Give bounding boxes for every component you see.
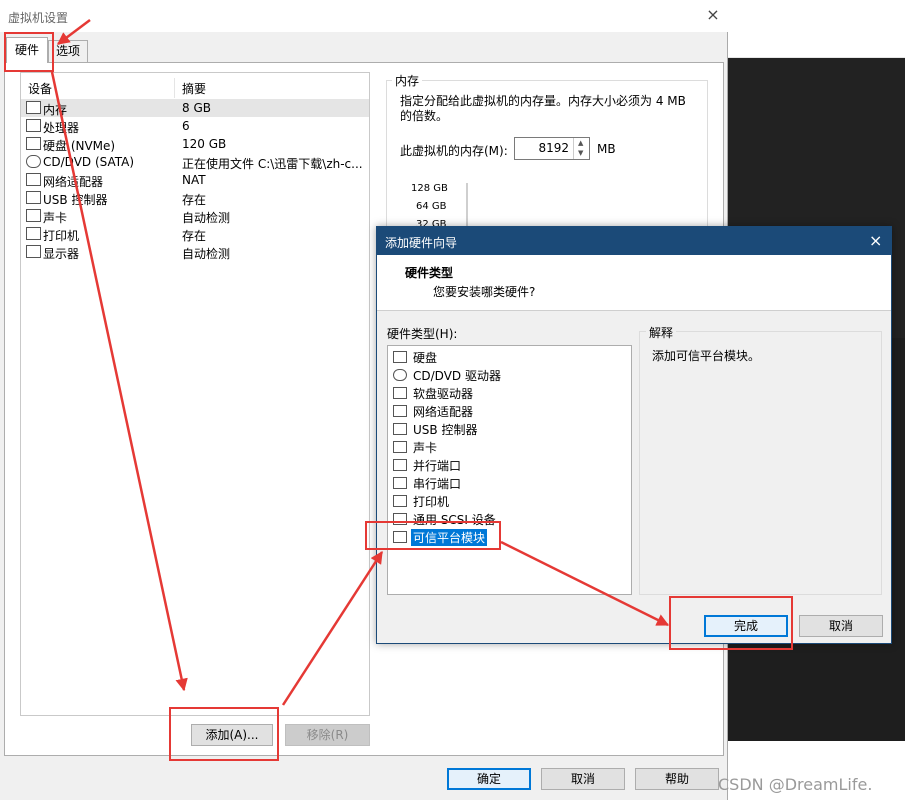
device-name: 显示器 <box>43 247 80 261</box>
memory-size-input[interactable]: 8192 ▲ ▼ <box>514 137 590 160</box>
device-summary: 6 <box>182 119 190 133</box>
wizard-cancel-button[interactable]: 取消 <box>799 615 883 637</box>
scale-label: 64 GB <box>416 201 447 212</box>
annotation-box-finish-button <box>669 596 793 650</box>
hard-disk-icon <box>26 137 41 150</box>
item-label: 串行端口 <box>413 477 462 491</box>
memory-icon <box>26 101 41 114</box>
wizard-heading: 硬件类型 <box>405 266 454 280</box>
close-icon[interactable]: × <box>704 6 722 24</box>
item-label: USB 控制器 <box>413 423 478 437</box>
printer-icon <box>393 495 407 507</box>
wizard-close-icon[interactable]: × <box>869 231 882 250</box>
device-summary: 120 GB <box>182 137 227 151</box>
item-label: 网络适配器 <box>413 405 474 419</box>
spin-up-icon[interactable]: ▲ <box>578 139 583 147</box>
explanation-text: 添加可信平台模块。 <box>652 349 761 363</box>
usb-icon <box>26 191 41 204</box>
wizard-title: 添加硬件向导 <box>385 236 458 250</box>
parallel-port-icon <box>393 459 407 471</box>
device-row-hard-disk[interactable]: 硬盘 (NVMe) 120 GB <box>21 135 369 153</box>
device-row-memory[interactable]: 内存 8 GB <box>21 99 369 117</box>
device-summary: 存在 <box>182 193 207 207</box>
wizard-subheading: 您要安装哪类硬件? <box>433 285 536 299</box>
device-summary: NAT <box>182 173 206 187</box>
device-row-usb[interactable]: USB 控制器 存在 <box>21 189 369 207</box>
cd-dvd-icon <box>26 155 41 168</box>
cpu-icon <box>26 119 41 132</box>
help-button[interactable]: 帮助 <box>635 768 719 790</box>
hard-disk-icon <box>393 351 407 363</box>
device-summary: 8 GB <box>182 101 211 115</box>
display-icon <box>26 245 41 258</box>
annotation-box-tpm-item <box>365 521 501 550</box>
remove-hardware-button[interactable]: 移除(R) <box>285 724 370 746</box>
device-row-sound[interactable]: 声卡 自动检测 <box>21 207 369 225</box>
memory-label: 此虚拟机的内存(M): <box>400 144 508 158</box>
device-name: 处理器 <box>43 121 80 135</box>
device-name: 内存 <box>43 103 68 117</box>
memory-value: 8192 <box>538 141 569 155</box>
device-row-display[interactable]: 显示器 自动检测 <box>21 243 369 261</box>
scale-label: 128 GB <box>411 183 448 194</box>
add-hardware-wizard: 添加硬件向导 × 硬件类型 您要安装哪类硬件? 硬件类型(H): 硬盘 CD/D… <box>376 226 892 644</box>
floppy-icon <box>393 387 407 399</box>
device-row-cd-dvd[interactable]: CD/DVD (SATA) 正在使用文件 C:\迅雷下载\zh-c... <box>21 153 369 171</box>
explanation-group: 解释 添加可信平台模块。 <box>639 324 882 595</box>
column-header-summary[interactable]: 摘要 <box>182 80 206 97</box>
item-label: CD/DVD 驱动器 <box>413 369 501 383</box>
usb-icon <box>393 423 407 435</box>
item-label: 硬盘 <box>413 351 438 365</box>
item-label: 并行端口 <box>413 459 462 473</box>
device-row-network-adapter[interactable]: 网络适配器 NAT <box>21 171 369 189</box>
device-name: 硬盘 (NVMe) <box>43 139 116 153</box>
window-title: 虚拟机设置 <box>8 11 69 25</box>
wizard-title-bar: 添加硬件向导 × <box>377 227 891 255</box>
hardware-type-label: 硬件类型(H): <box>387 327 458 341</box>
device-name: CD/DVD (SATA) <box>43 155 135 169</box>
device-summary: 自动检测 <box>182 247 231 261</box>
serial-port-icon <box>393 477 407 489</box>
memory-group-title: 内存 <box>392 72 423 89</box>
sound-icon <box>393 441 407 453</box>
device-list-header: 设备 摘要 <box>21 78 369 98</box>
wizard-header: 硬件类型 您要安装哪类硬件? <box>377 255 891 311</box>
watermark: CSDN @DreamLife. <box>718 775 873 794</box>
explanation-title: 解释 <box>646 324 677 341</box>
tab-options[interactable]: 选项 <box>48 40 88 62</box>
device-row-printer[interactable]: 打印机 存在 <box>21 225 369 243</box>
cd-dvd-icon <box>393 369 407 381</box>
network-adapter-icon <box>26 173 41 186</box>
hardware-type-list[interactable]: 硬盘 CD/DVD 驱动器 软盘驱动器 网络适配器 USB 控制器 声卡 并行端… <box>387 345 632 595</box>
item-label: 声卡 <box>413 441 438 455</box>
network-adapter-icon <box>393 405 407 417</box>
item-label: 软盘驱动器 <box>413 387 474 401</box>
device-summary: 存在 <box>182 229 207 243</box>
memory-slider-track[interactable] <box>466 183 468 227</box>
memory-unit: MB <box>597 142 616 156</box>
title-bar: 虚拟机设置 × <box>0 0 728 32</box>
device-summary: 正在使用文件 C:\迅雷下载\zh-c... <box>182 157 363 171</box>
device-name: 声卡 <box>43 211 68 225</box>
device-name: 打印机 <box>43 229 80 243</box>
memory-description: 指定分配给此虚拟机的内存量。内存大小必须为 4 MB 的倍数。 <box>400 94 686 123</box>
device-name: 网络适配器 <box>43 175 104 189</box>
cancel-button[interactable]: 取消 <box>541 768 625 790</box>
item-label: 打印机 <box>413 495 450 509</box>
tab-hardware[interactable]: 硬件 <box>6 37 48 63</box>
device-name: USB 控制器 <box>43 193 108 207</box>
annotation-box-add-button <box>169 707 279 761</box>
column-header-device[interactable]: 设备 <box>28 80 52 97</box>
printer-icon <box>26 227 41 240</box>
background-window-top <box>728 0 905 58</box>
spin-down-icon[interactable]: ▼ <box>578 149 583 157</box>
device-row-processor[interactable]: 处理器 6 <box>21 117 369 135</box>
memory-spinner[interactable]: ▲ ▼ <box>573 138 589 159</box>
device-summary: 自动检测 <box>182 211 231 225</box>
sound-icon <box>26 209 41 222</box>
device-list: 设备 摘要 内存 8 GB 处理器 6 硬盘 (NVMe) 120 GB CD/… <box>20 72 370 716</box>
ok-button[interactable]: 确定 <box>447 768 531 790</box>
